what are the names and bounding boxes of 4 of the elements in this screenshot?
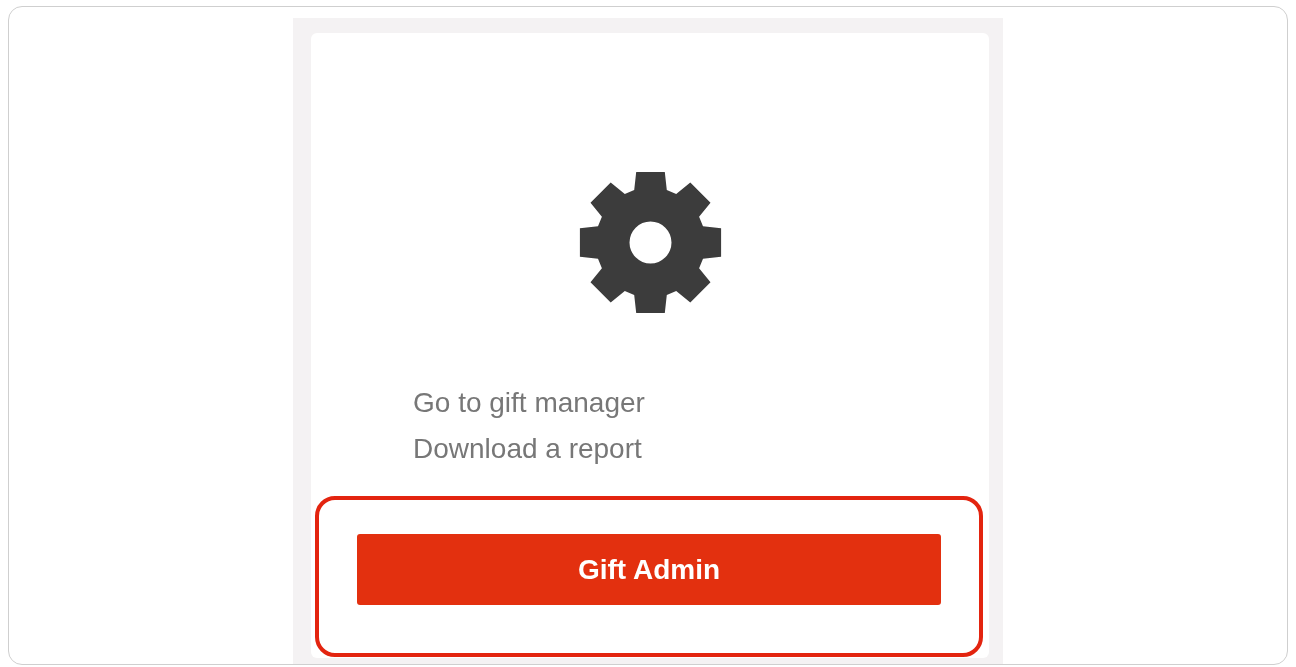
menu-text: Download a report [413, 432, 642, 466]
gift-admin-button[interactable]: Gift Admin [357, 534, 941, 605]
gear-icon [579, 171, 721, 314]
menu-text: Go to gift manager [413, 386, 645, 420]
